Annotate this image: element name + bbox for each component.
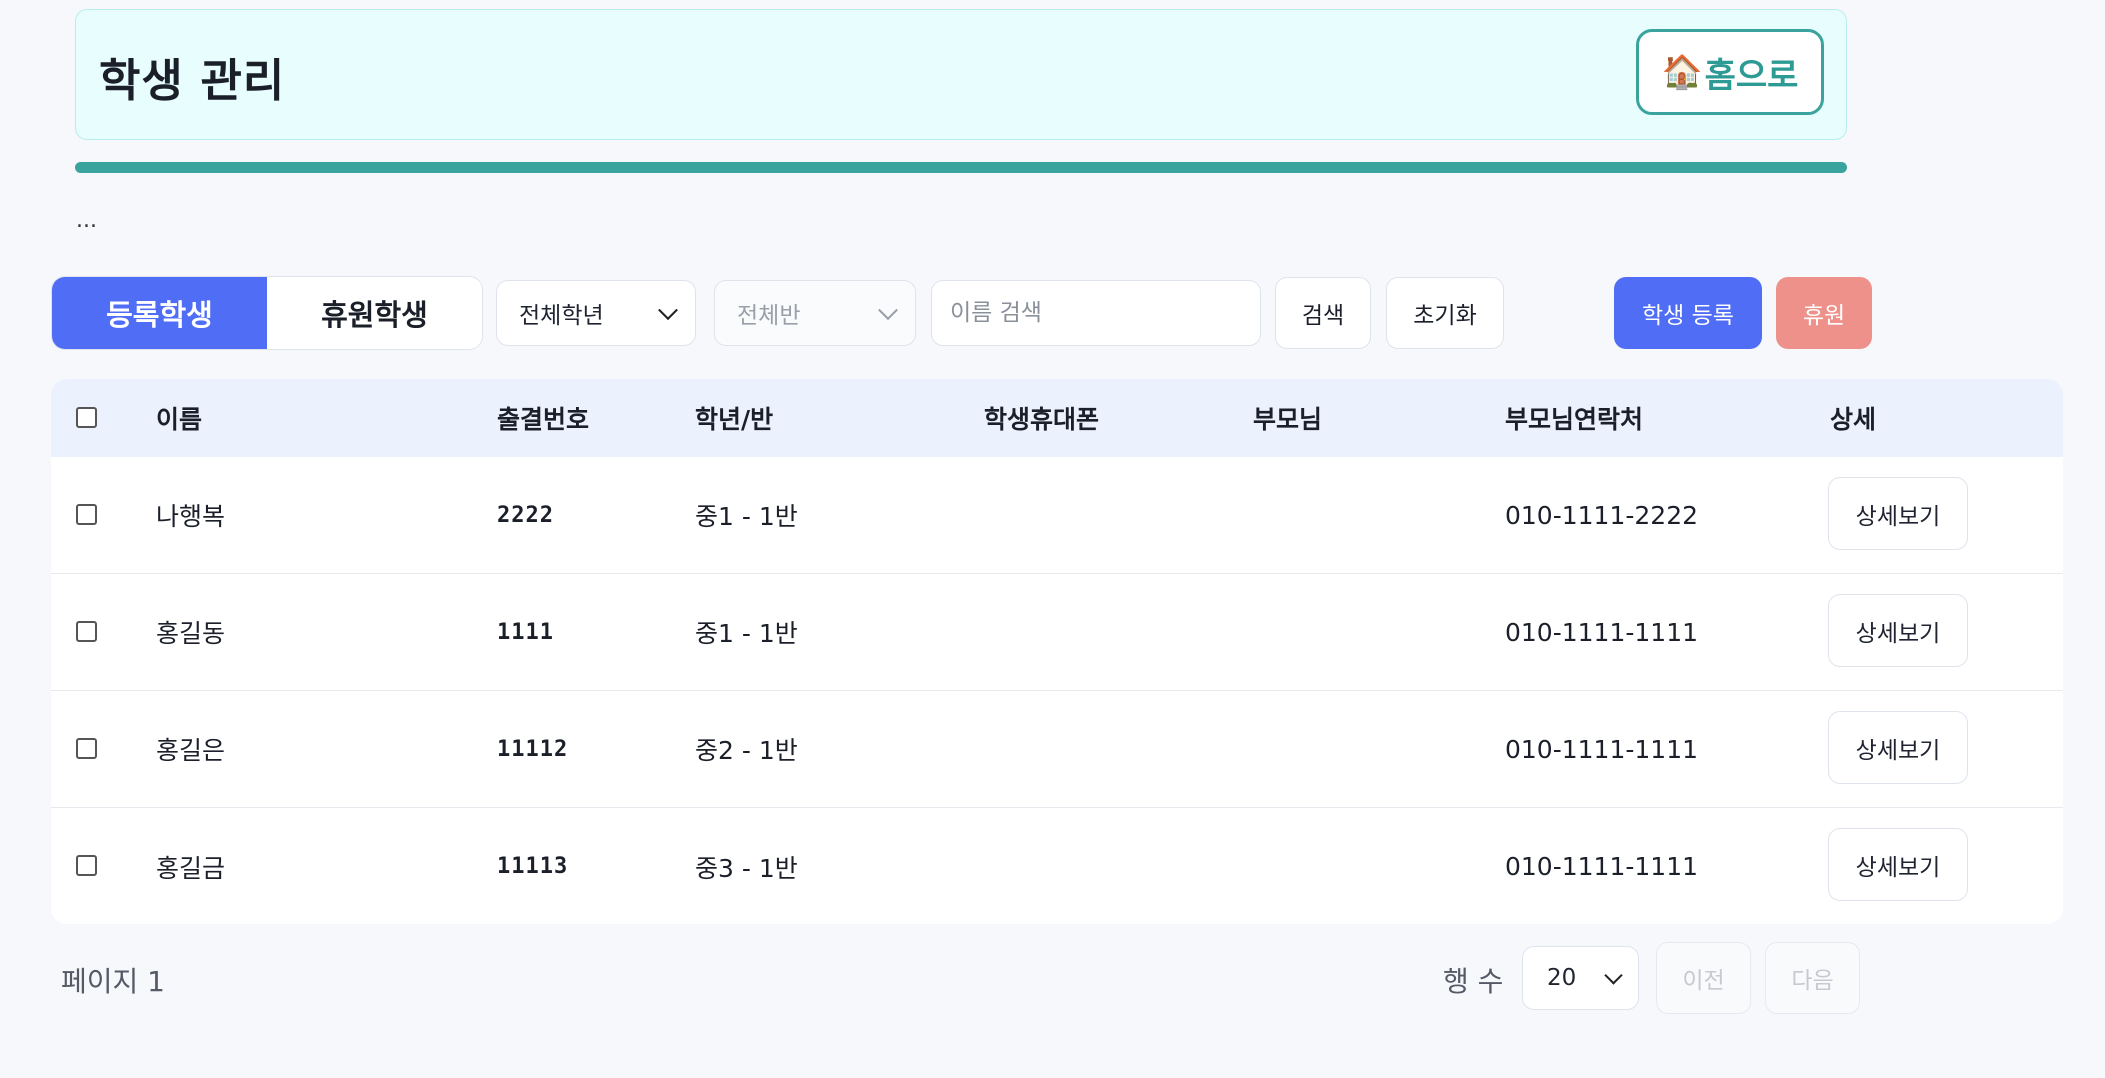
chevron-down-icon bbox=[878, 300, 898, 321]
column-header: 부모님연락처 bbox=[1505, 405, 1644, 434]
name-search-input[interactable] bbox=[931, 280, 1261, 346]
grade-class: 중3 - 1반 bbox=[695, 853, 798, 883]
parent-phone: 010-1111-1111 bbox=[1505, 852, 1699, 881]
detail-button[interactable]: 상세보기 bbox=[1828, 477, 1968, 550]
page-title: 학생 관리 bbox=[99, 54, 286, 107]
attendance-number: 1111 bbox=[497, 619, 554, 645]
column-header: 출결번호 bbox=[497, 405, 590, 434]
parent-phone: 010-1111-2222 bbox=[1505, 500, 1699, 530]
parent-phone: 010-1111-1111 bbox=[1505, 617, 1699, 647]
header-card: 학생 관리 🏠 홈으로 bbox=[75, 9, 1847, 140]
status-text: ... bbox=[76, 208, 97, 233]
leave-button[interactable]: 휴원 bbox=[1776, 277, 1872, 349]
student-name: 홍길은 bbox=[156, 736, 226, 765]
table-row[interactable]: 홍길은 11112 중2 - 1반 010-1111-1111 상세보기 bbox=[51, 691, 2063, 808]
class-select-value: 전체반 bbox=[737, 303, 801, 329]
search-button[interactable]: 검색 bbox=[1275, 277, 1371, 349]
tab-registered-students[interactable]: 등록학생 bbox=[52, 277, 267, 349]
rows-per-page-select[interactable]: 20 bbox=[1522, 946, 1639, 1010]
row-checkbox[interactable] bbox=[76, 621, 97, 642]
row-checkbox[interactable] bbox=[76, 504, 97, 525]
table-header: 이름 출결번호 학년/반 학생휴대폰 부모님 부모님연락처 상세 bbox=[51, 379, 2063, 457]
table-row[interactable]: 홍길동 1111 중1 - 1반 010-1111-1111 상세보기 bbox=[51, 574, 2063, 691]
detail-button[interactable]: 상세보기 bbox=[1828, 711, 1968, 784]
loading-bar bbox=[75, 162, 1847, 173]
student-table: 이름 출결번호 학년/반 학생휴대폰 부모님 부모님연락처 상세 나행복 222… bbox=[51, 379, 2063, 924]
next-page-button[interactable]: 다음 bbox=[1765, 942, 1860, 1014]
grade-select-value: 전체학년 bbox=[519, 303, 604, 329]
column-header: 상세 bbox=[1830, 405, 1877, 434]
row-checkbox[interactable] bbox=[76, 855, 97, 876]
select-all-checkbox[interactable] bbox=[76, 407, 97, 428]
student-name: 홍길금 bbox=[156, 853, 226, 883]
attendance-number: 11112 bbox=[497, 736, 569, 762]
column-header: 이름 bbox=[156, 405, 203, 434]
page-indicator: 페이지 1 bbox=[61, 965, 165, 998]
chevron-down-icon bbox=[658, 300, 678, 321]
rows-per-page-value: 20 bbox=[1547, 965, 1577, 991]
detail-button[interactable]: 상세보기 bbox=[1828, 594, 1968, 667]
house-icon: 🏠 bbox=[1661, 52, 1703, 91]
home-button[interactable]: 🏠 홈으로 bbox=[1636, 29, 1824, 115]
student-name: 나행복 bbox=[156, 502, 226, 531]
column-header: 학년/반 bbox=[695, 405, 774, 434]
rows-per-page-label: 행 수 bbox=[1443, 965, 1504, 998]
table-row[interactable]: 나행복 2222 중1 - 1반 010-1111-2222 상세보기 bbox=[51, 457, 2063, 574]
student-status-tabs: 등록학생 휴원학생 bbox=[51, 276, 483, 350]
grade-select[interactable]: 전체학년 bbox=[496, 280, 696, 346]
reset-button[interactable]: 초기화 bbox=[1386, 277, 1504, 349]
student-management-page: 학생 관리 🏠 홈으로 ... 등록학생 휴원학생 전체학년 전체반 검색 초기… bbox=[0, 0, 2105, 1078]
column-header: 부모님 bbox=[1253, 405, 1323, 434]
detail-button[interactable]: 상세보기 bbox=[1828, 828, 1968, 901]
prev-page-button[interactable]: 이전 bbox=[1656, 942, 1751, 1014]
grade-class: 중2 - 1반 bbox=[695, 736, 798, 765]
register-student-button[interactable]: 학생 등록 bbox=[1614, 277, 1762, 349]
chevron-down-icon bbox=[1604, 966, 1623, 985]
student-name: 홍길동 bbox=[156, 619, 226, 648]
parent-phone: 010-1111-1111 bbox=[1505, 734, 1699, 764]
attendance-number: 11113 bbox=[497, 854, 569, 879]
table-row[interactable]: 홍길금 11113 중3 - 1반 010-1111-1111 상세보기 bbox=[51, 808, 2063, 924]
attendance-number: 2222 bbox=[497, 502, 554, 528]
row-checkbox[interactable] bbox=[76, 738, 97, 759]
grade-class: 중1 - 1반 bbox=[695, 502, 798, 531]
grade-class: 중1 - 1반 bbox=[695, 619, 798, 648]
tab-on-leave-students[interactable]: 휴원학생 bbox=[267, 277, 482, 349]
home-button-label: 홈으로 bbox=[1704, 55, 1799, 96]
column-header: 학생휴대폰 bbox=[984, 405, 1100, 434]
class-select[interactable]: 전체반 bbox=[714, 280, 916, 346]
